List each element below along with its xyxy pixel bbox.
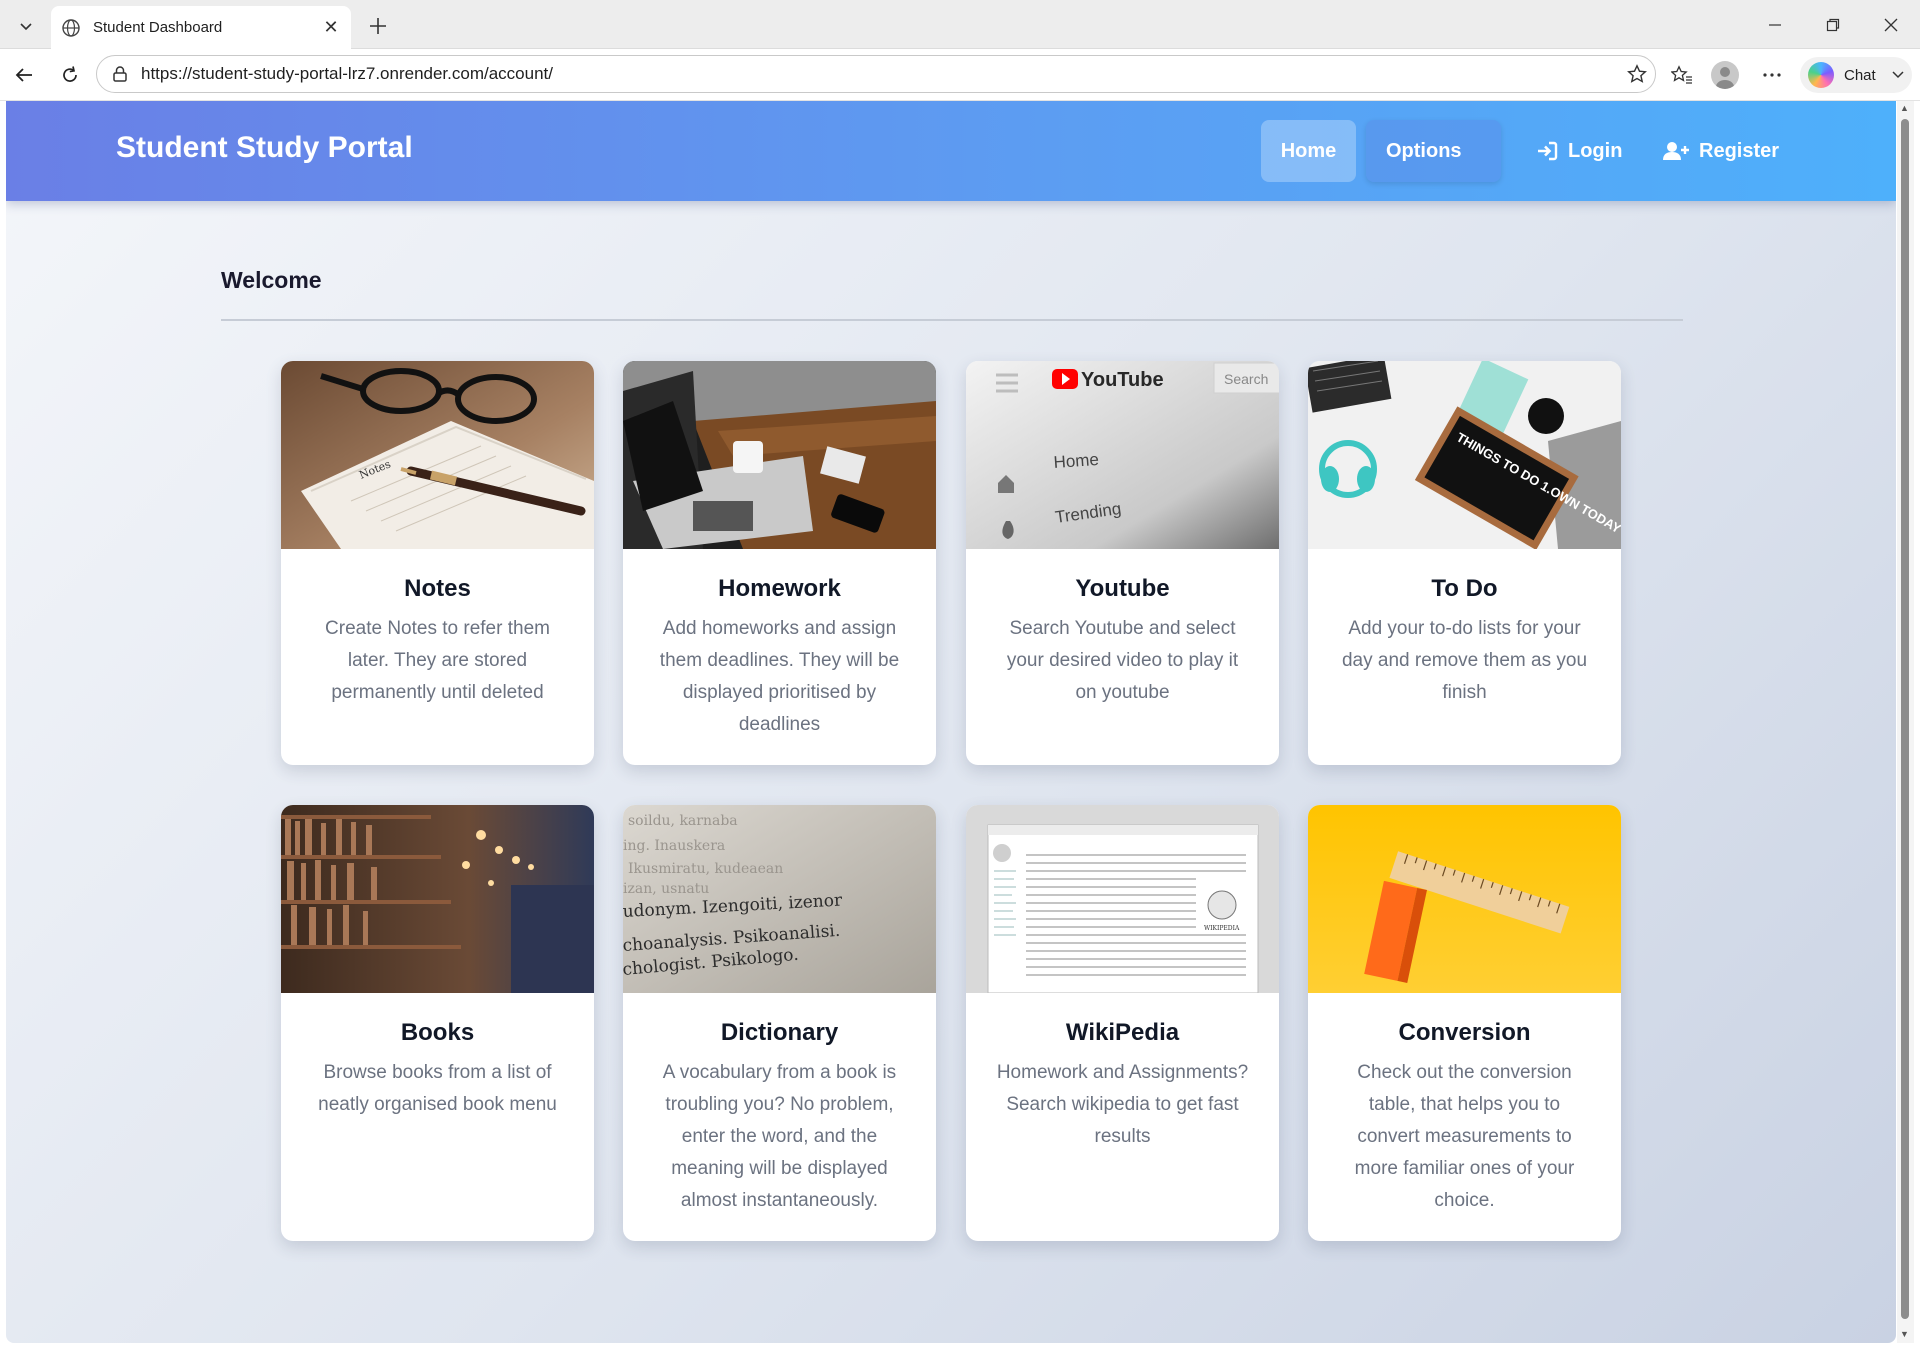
card-title: WikiPedia — [1065, 1019, 1180, 1046]
chevron-down-icon — [1892, 68, 1904, 82]
card-todo[interactable]: THINGS TO DO 1.OWN TODAY 2. 3. To Do Add… — [1308, 361, 1621, 765]
favorite-star-icon[interactable] — [1619, 64, 1655, 84]
welcome-divider — [221, 319, 1683, 321]
welcome-heading: Welcome — [221, 267, 322, 293]
card-description: Browse books from a list of neatly organ… — [318, 1062, 557, 1115]
page-viewport: Student Study Portal Home Options Login … — [6, 101, 1896, 1343]
globe-icon — [62, 18, 80, 37]
card-title: Conversion — [1398, 1019, 1531, 1046]
copilot-chat-button[interactable]: Chat — [1800, 57, 1912, 93]
user-plus-icon — [1663, 142, 1689, 160]
card-description: A vocabulary from a book is troubling yo… — [662, 1062, 897, 1211]
card-title: To Do — [1431, 575, 1498, 602]
card-description: Add homeworks and assign them deadlines.… — [659, 618, 900, 735]
card-title: Dictionary — [720, 1019, 839, 1046]
user-icon — [1716, 67, 1734, 89]
browser-toolbar: https://student-study-portal-lrz7.onrend… — [0, 49, 1920, 101]
card-wikipedia[interactable]: WIKIPEDIA WikiPedia Homework and Assignm… — [966, 805, 1279, 1241]
card-title: Notes — [404, 575, 471, 602]
chevron-down-icon — [20, 23, 32, 31]
card-description: Create Notes to refer them later. They a… — [325, 618, 550, 703]
card-youtube[interactable]: YouTube Search Home Trending Youtube Sea… — [966, 361, 1279, 765]
homework-image — [623, 361, 936, 549]
copilot-icon — [1808, 62, 1834, 88]
vertical-scrollbar[interactable]: ▲ ▼ — [1897, 101, 1914, 1343]
site-info-icon[interactable] — [109, 63, 131, 85]
sign-in-icon — [1538, 141, 1558, 161]
card-dictionary[interactable]: soildu, karnaba ing. Inauskera Ikusmiratu,… — [623, 805, 936, 1241]
todo-image: THINGS TO DO 1.OWN TODAY 2. 3. — [1308, 361, 1621, 549]
svg-text:izan, usnatu: izan, usnatu — [623, 881, 709, 897]
svg-text:ing. Inauskera: ing. Inauskera — [623, 838, 725, 854]
new-tab-button[interactable] — [360, 8, 396, 44]
more-horizontal-icon — [1763, 73, 1781, 77]
scroll-up-icon[interactable]: ▲ — [1900, 103, 1909, 113]
refresh-button[interactable] — [52, 57, 88, 93]
close-window-button[interactable] — [1862, 0, 1920, 49]
chat-label: Chat — [1844, 66, 1876, 84]
minimize-button[interactable] — [1746, 0, 1804, 49]
back-button[interactable] — [6, 57, 42, 93]
conversion-image — [1308, 805, 1621, 993]
wikipedia-logo-text: WIKIPEDIA — [1204, 925, 1240, 932]
tab-actions-menu-button[interactable] — [8, 8, 44, 44]
card-description: Add your to-do lists for your day and re… — [1341, 618, 1588, 703]
restore-icon — [1826, 18, 1840, 31]
card-notes[interactable]: Notes Notes Create Notes to refer them l… — [281, 361, 594, 765]
nav-options-label: Options — [1386, 139, 1462, 162]
card-conversion[interactable]: Conversion Check out the conversion tabl… — [1308, 805, 1621, 1241]
card-description: Homework and Assignments? Search wikiped… — [996, 1062, 1249, 1147]
close-icon — [1884, 18, 1898, 31]
site-brand[interactable]: Student Study Portal — [116, 131, 413, 165]
minimize-icon — [1769, 23, 1781, 26]
restore-button[interactable] — [1804, 0, 1862, 49]
favorites-list-icon — [1671, 65, 1692, 84]
notes-image: Notes — [281, 361, 594, 549]
plus-icon — [370, 18, 386, 34]
youtube-home-text: Home — [1053, 450, 1100, 472]
nav-register-link[interactable]: Register — [1643, 120, 1799, 182]
card-homework[interactable]: Homework Add homeworks and assign them d… — [623, 361, 936, 765]
card-books[interactable]: Books Browse books from a list of neatly… — [281, 805, 594, 1241]
active-tab[interactable]: Student Dashboard ✕ — [51, 6, 351, 49]
card-description: Check out the conversion table, that hel… — [1354, 1062, 1575, 1211]
card-title: Homework — [718, 575, 841, 602]
profile-avatar[interactable] — [1711, 61, 1739, 89]
youtube-search-text: Search — [1224, 371, 1268, 387]
scroll-down-icon[interactable]: ▼ — [1900, 1329, 1909, 1339]
nav-login-link[interactable]: Login — [1516, 120, 1642, 182]
card-title: Books — [400, 1019, 475, 1046]
wikipedia-image: WIKIPEDIA — [966, 805, 1279, 993]
tab-title: Student Dashboard — [93, 19, 223, 36]
more-options-button[interactable] — [1754, 57, 1790, 93]
scrollbar-thumb[interactable] — [1901, 119, 1909, 1319]
svg-text:Ikusmiratu, kudeaean: Ikusmiratu, kudeaean — [628, 861, 783, 877]
nav-register-label: Register — [1699, 139, 1780, 162]
youtube-logo-text: YouTube — [1081, 369, 1164, 391]
dictionary-image: soildu, karnaba ing. Inauskera Ikusmiratu,… — [623, 805, 936, 993]
books-image — [281, 805, 594, 993]
favorites-button[interactable] — [1664, 57, 1700, 93]
arrow-left-icon — [15, 68, 32, 82]
site-navbar: Student Study Portal Home Options Login … — [6, 101, 1896, 201]
svg-text:soildu, karnaba: soildu, karnaba — [628, 813, 738, 829]
card-title: Youtube — [1075, 575, 1170, 602]
youtube-image: YouTube Search Home Trending — [966, 361, 1279, 549]
nav-home-link[interactable]: Home — [1261, 120, 1356, 182]
close-tab-icon[interactable]: ✕ — [321, 17, 341, 38]
nav-options-dropdown[interactable]: Options — [1366, 120, 1501, 182]
nav-login-label: Login — [1568, 139, 1623, 162]
nav-home-label: Home — [1280, 139, 1337, 162]
url-text[interactable]: https://student-study-portal-lrz7.onrend… — [141, 64, 1619, 84]
address-bar[interactable]: https://student-study-portal-lrz7.onrend… — [96, 55, 1656, 93]
card-description: Search Youtube and select your desired v… — [1006, 618, 1239, 703]
browser-tab-bar: Student Dashboard ✕ — [0, 0, 1920, 49]
refresh-icon — [63, 66, 77, 82]
